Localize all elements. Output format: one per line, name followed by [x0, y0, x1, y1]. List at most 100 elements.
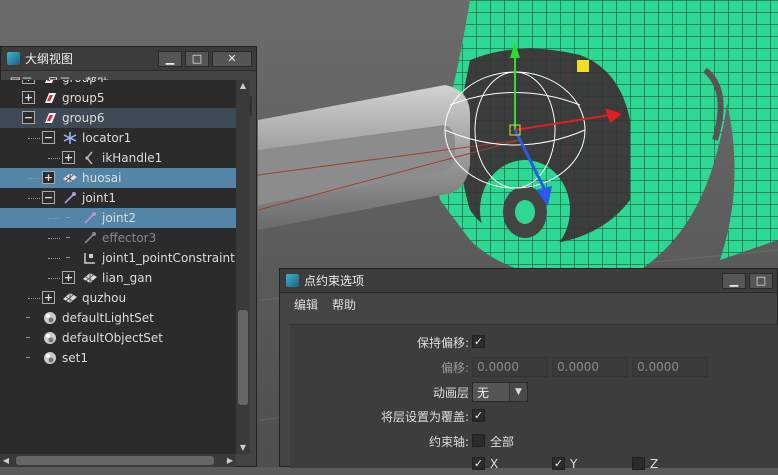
collapse-icon[interactable]: −: [42, 131, 55, 144]
outliner-tree[interactable]: +group3+group4+group5−group6−locator1+ik…: [0, 80, 236, 454]
outliner-item-locator1[interactable]: − locator1: [0, 128, 236, 148]
maximize-button[interactable]: □: [185, 50, 209, 67]
menu-edit[interactable]: 编辑: [294, 296, 318, 313]
maya-app-icon: [286, 274, 299, 287]
outliner-item-lian_gan[interactable]: + lian_gan: [0, 268, 236, 288]
constraint-axes-label: 约束轴:: [428, 434, 469, 449]
expand-icon[interactable]: +: [62, 151, 75, 164]
outliner-item-set1[interactable]: set1: [0, 348, 236, 368]
outliner-item-defaultLightSet[interactable]: defaultLightSet: [0, 308, 236, 328]
outliner-item-label: set1: [62, 351, 88, 365]
mesh-icon: [62, 291, 78, 305]
outliner-horizontal-scrollbar[interactable]: ◀ ▶: [0, 454, 236, 467]
scroll-up-icon[interactable]: ▲: [236, 80, 250, 92]
outliner-item-joint2[interactable]: joint2: [0, 208, 236, 228]
outliner-item-effector3[interactable]: effector3: [0, 228, 236, 248]
group-icon: [42, 80, 58, 85]
leaf-marker: [26, 317, 30, 318]
scroll-thumb[interactable]: [238, 310, 248, 405]
expand-icon[interactable]: +: [62, 271, 75, 284]
hscroll-thumb[interactable]: [16, 456, 214, 465]
expand-icon[interactable]: +: [22, 91, 35, 104]
minimize-button[interactable]: ▁: [722, 272, 746, 289]
offset-label: 偏移:: [440, 360, 469, 375]
constraint-axes-row: 约束轴: 全部: [290, 430, 778, 452]
maximize-button[interactable]: □: [749, 272, 773, 289]
leaf-marker: [26, 337, 30, 338]
set-icon: [42, 351, 58, 365]
outliner-item-huosai[interactable]: + huosai: [0, 168, 236, 188]
point-constraint-options-window: 点约束选项 ▁ □ 编辑 帮助 保持偏移: ✓ 偏移: 0.0000 0.000…: [279, 268, 778, 471]
menu-help[interactable]: 帮助: [332, 296, 356, 313]
axis-y-checkbox[interactable]: ✓: [552, 457, 565, 470]
outliner-item-joint1[interactable]: − joint1: [0, 188, 236, 208]
offset-row: 偏移: 0.0000 0.0000 0.0000: [290, 356, 778, 378]
outliner-vertical-scrollbar[interactable]: ▲ ▼: [236, 80, 250, 454]
close-button[interactable]: ✕: [212, 50, 252, 67]
outliner-item-group6[interactable]: − group6: [0, 108, 236, 128]
leaf-marker: [66, 217, 70, 218]
set-icon: [42, 331, 58, 345]
anim-layer-dropdown[interactable]: 无 ▼: [472, 382, 528, 402]
set-override-label: 将层设置为覆盖:: [380, 409, 469, 424]
tree-connector: [48, 238, 60, 239]
tree-connector: [48, 158, 60, 159]
tree-connector: [28, 138, 40, 139]
outliner-item-label: joint1_pointConstraint1: [102, 251, 236, 265]
axis-all-label: 全部: [490, 434, 515, 449]
scroll-left-icon[interactable]: ◀: [0, 454, 12, 467]
outliner-item-ikHandle1[interactable]: + ikHandle1: [0, 148, 236, 168]
mesh-icon: [82, 271, 98, 285]
outliner-item-group5[interactable]: + group5: [0, 88, 236, 108]
expand-icon[interactable]: +: [22, 80, 35, 84]
scroll-down-icon[interactable]: ▼: [236, 442, 250, 454]
collapse-icon[interactable]: −: [42, 191, 55, 204]
collapse-icon[interactable]: −: [22, 111, 35, 124]
minimize-button[interactable]: ▁: [158, 50, 182, 67]
outliner-item-label: lian_gan: [102, 271, 153, 285]
constraint-menubar: 编辑 帮助: [280, 293, 777, 315]
outliner-item-label: group6: [62, 111, 105, 125]
offset-x-field[interactable]: 0.0000: [472, 357, 548, 377]
mesh-icon: [62, 171, 78, 185]
axis-all-checkbox[interactable]: [472, 434, 485, 447]
set-override-checkbox[interactable]: ✓: [472, 409, 485, 422]
maintain-offset-row: 保持偏移: ✓: [290, 331, 778, 353]
anim-layer-value: 无: [477, 385, 490, 400]
offset-y-field[interactable]: 0.0000: [552, 357, 628, 377]
constraint-titlebar[interactable]: 点约束选项 ▁ □: [280, 269, 777, 293]
set-icon: [42, 311, 58, 325]
outliner-item-defaultObjectSet[interactable]: defaultObjectSet: [0, 328, 236, 348]
group-icon: [42, 111, 58, 125]
axis-x-checkbox[interactable]: ✓: [472, 457, 485, 470]
tree-connector: [48, 218, 60, 219]
outliner-title: 大纲视图: [25, 52, 74, 66]
axis-y-label: Y: [570, 457, 578, 471]
axis-z-checkbox[interactable]: [632, 457, 645, 470]
outliner-titlebar[interactable]: 大纲视图 ▁ □ ✕: [1, 47, 256, 71]
leaf-marker: [26, 357, 30, 358]
anim-layer-row: 动画层 无 ▼: [290, 381, 778, 403]
scroll-right-icon[interactable]: ▶: [224, 454, 236, 467]
tree-connector: [48, 278, 60, 279]
tree-connector: [48, 258, 60, 259]
expand-icon[interactable]: +: [42, 171, 55, 184]
expand-icon[interactable]: +: [42, 291, 55, 304]
outliner-item-quzhou[interactable]: + quzhou: [0, 288, 236, 308]
maintain-offset-checkbox[interactable]: ✓: [472, 335, 485, 348]
offset-z-field[interactable]: 0.0000: [632, 357, 708, 377]
leaf-marker: [66, 237, 70, 238]
outliner-item-joint1_pointConstraint1[interactable]: joint1_pointConstraint1: [0, 248, 236, 268]
axis-z-label: Z: [650, 457, 659, 471]
outliner-item-label: locator1: [82, 131, 132, 145]
maintain-offset-label: 保持偏移:: [416, 335, 469, 350]
outliner-item-group4[interactable]: + group4: [0, 80, 236, 88]
maya-app-icon: [7, 52, 20, 65]
chevron-down-icon: ▼: [509, 383, 527, 401]
axis-x-label: X: [490, 457, 499, 471]
outliner-item-label: joint2: [102, 211, 136, 225]
group-icon: [42, 91, 58, 105]
tree-connector: [28, 198, 40, 199]
anim-layer-label: 动画层: [432, 385, 469, 400]
axis-xyz-row: ✓ X ✓ Y Z: [290, 453, 778, 475]
